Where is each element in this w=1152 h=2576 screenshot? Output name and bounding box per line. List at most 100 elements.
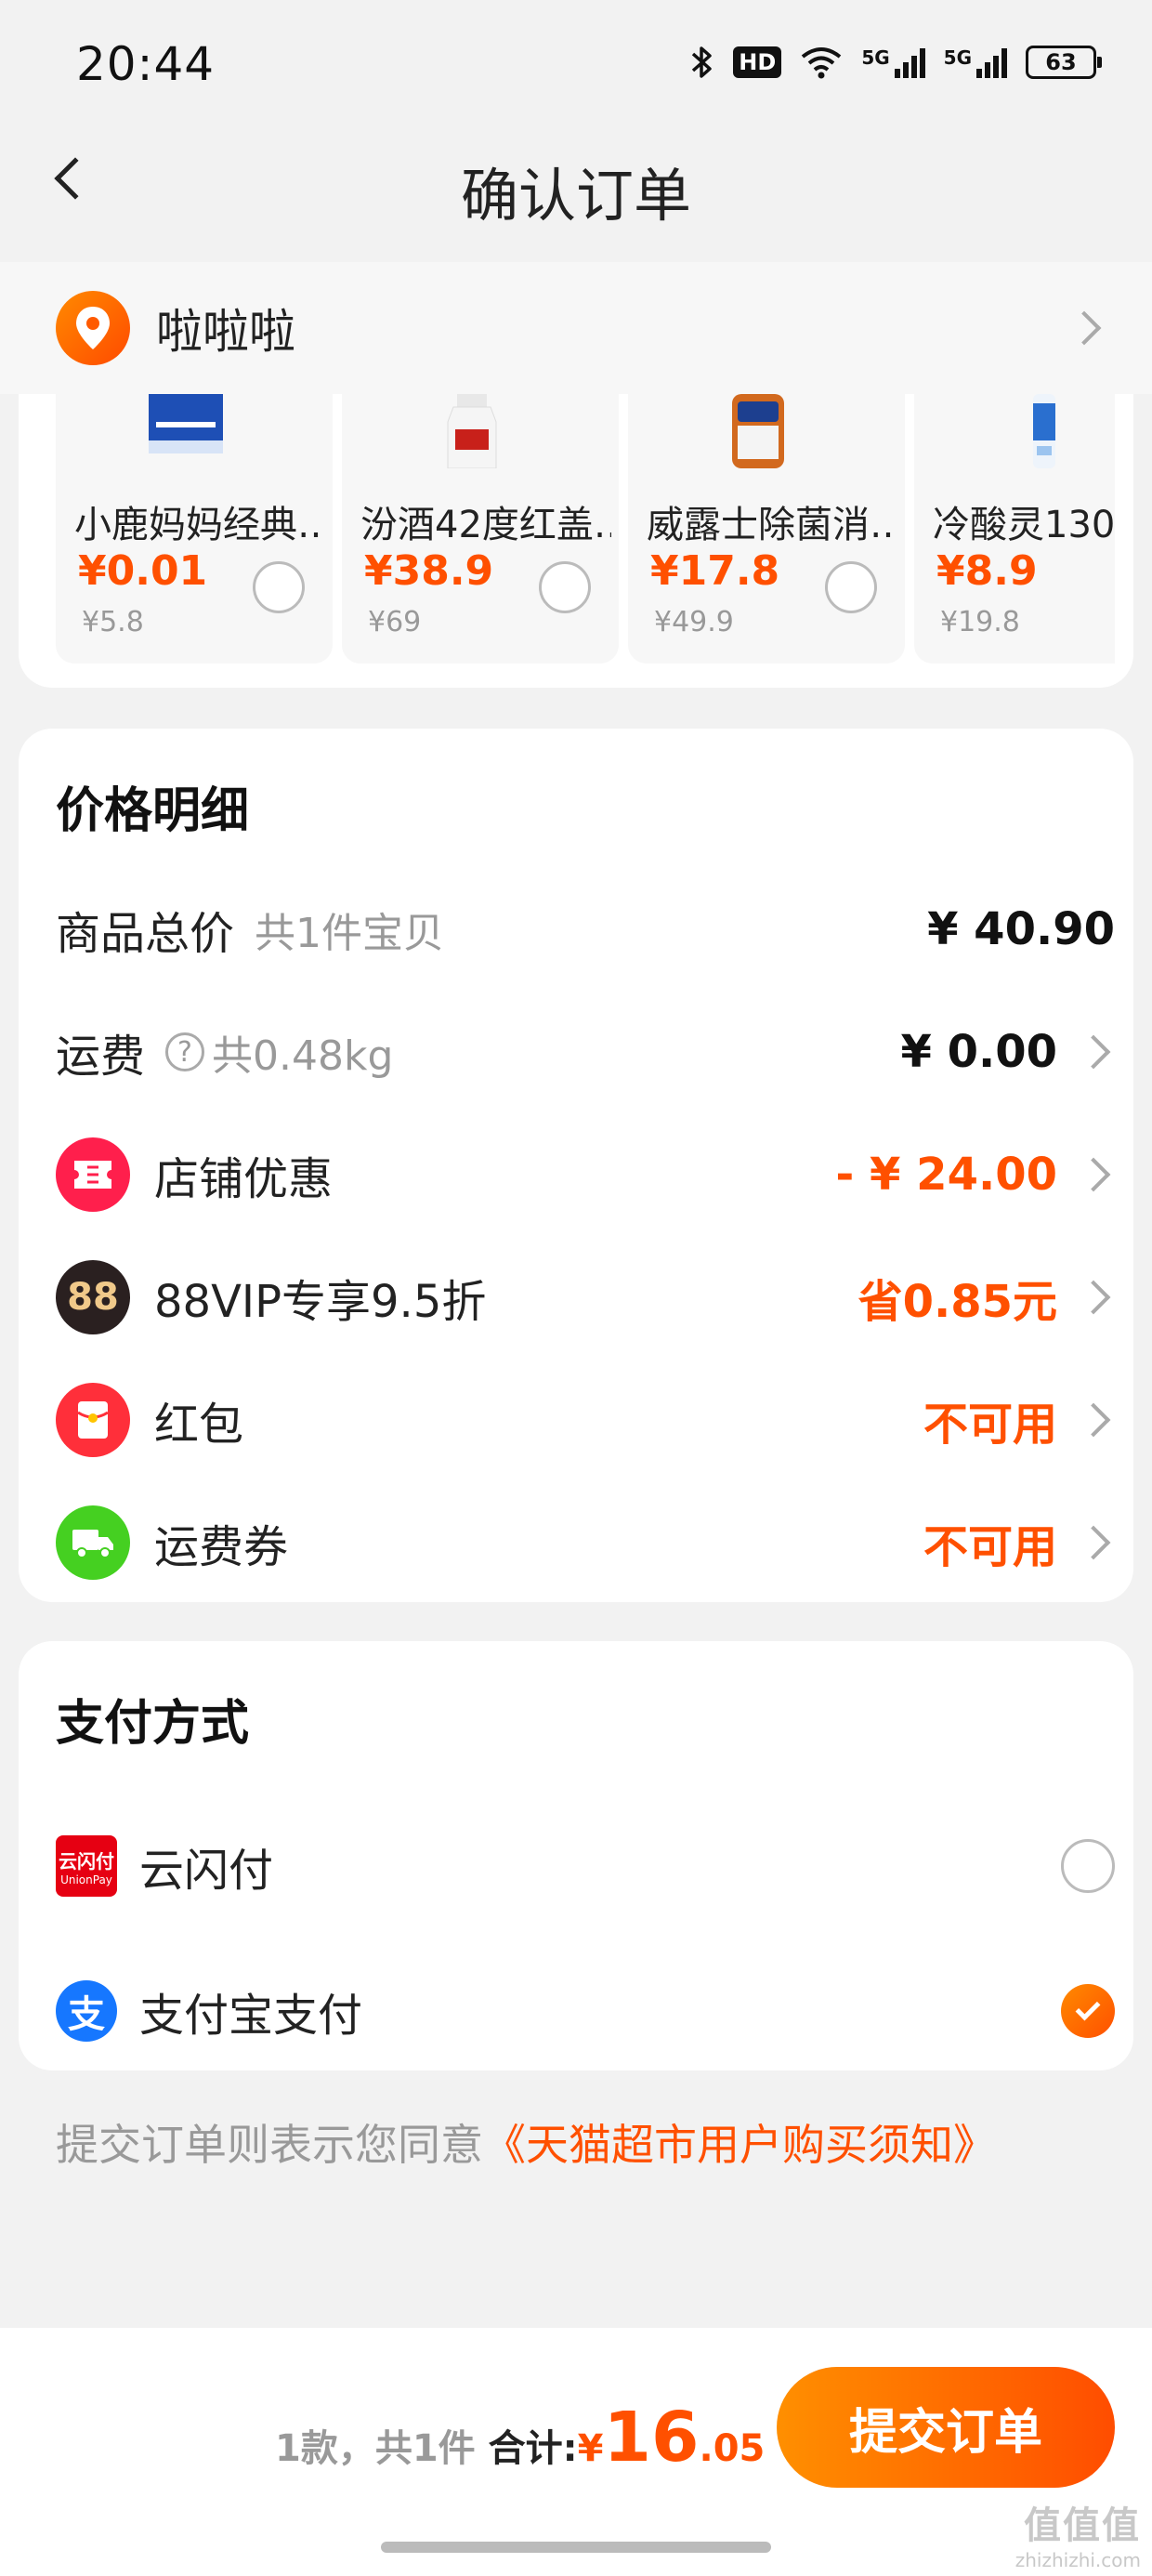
product-price: ¥0.01	[78, 547, 208, 595]
product-thumbnail	[149, 394, 223, 453]
product-thumbnail	[1033, 394, 1055, 468]
payment-option-alipay[interactable]: 支 支付宝支付	[56, 1965, 1115, 2057]
unionpay-label: 云闪付	[139, 1845, 274, 1897]
product-name: 冷酸灵130	[933, 504, 1115, 546]
bottom-bar: 1款，共1件 合计: ¥ 16 .05 提交订单 值值值 zhizhizhi.c…	[0, 2328, 1152, 2576]
88vip-icon: 88	[56, 1260, 130, 1334]
product-thumbnail	[732, 394, 784, 468]
product-price: ¥8.9	[936, 547, 1038, 595]
recommendation-item[interactable]: 冷酸灵130 ¥8.9 ¥19.8	[914, 394, 1115, 664]
product-original-price: ¥49.9	[654, 606, 734, 638]
shipping-row[interactable]: 运费 ? 共0.48kg ¥ 0.00	[56, 1005, 1115, 1098]
product-price: ¥17.8	[650, 547, 780, 595]
order-summary: 1款，共1件 合计: ¥ 16 .05	[275, 2398, 765, 2477]
vip-discount-row[interactable]: 88 88VIP专享9.5折 省0.85元	[56, 1251, 1115, 1344]
payment-card: 支付方式 云闪付 UnionPay 云闪付 支 支付宝支付	[19, 1641, 1133, 2070]
price-detail-title: 价格明细	[56, 783, 250, 839]
unionpay-radio[interactable]	[1061, 1839, 1115, 1893]
agreement-text: 提交订单则表示您同意《天猫超市用户购买须知》	[56, 2111, 996, 2173]
product-price: ¥38.9	[364, 547, 494, 595]
unionpay-icon-text: 云闪付	[59, 1849, 114, 1873]
shipping-coupon-row[interactable]: 运费券 不可用	[56, 1496, 1115, 1589]
agreement-link[interactable]: 《天猫超市用户购买须知》	[483, 2120, 996, 2170]
address-text: 啦啦啦	[156, 305, 295, 359]
chevron-right-icon	[1076, 1034, 1111, 1070]
ticket-icon	[56, 1137, 130, 1212]
submit-order-button[interactable]: 提交订单	[777, 2367, 1115, 2488]
shipping-coupon-value: 不可用	[923, 1521, 1057, 1573]
page-title: 确认订单	[460, 162, 691, 230]
product-name: 威露士除菌消…	[647, 504, 897, 546]
total-currency: ¥	[577, 2427, 604, 2470]
recommendation-card: 小鹿妈妈经典… ¥0.01 ¥5.8 汾酒42度红盖… ¥38.9 ¥69 威露…	[19, 394, 1133, 688]
recommendation-strip[interactable]: 小鹿妈妈经典… ¥0.01 ¥5.8 汾酒42度红盖… ¥38.9 ¥69 威露…	[56, 394, 1115, 664]
chevron-right-icon	[1076, 1402, 1111, 1438]
shipping-coupon-label: 运费券	[154, 1521, 289, 1573]
total-price-row: 商品总价 共1件宝贝 ¥ 40.90	[56, 883, 1115, 976]
product-original-price: ¥19.8	[940, 606, 1020, 638]
hd-badge: HD	[733, 46, 782, 78]
red-packet-value: 不可用	[923, 1399, 1057, 1451]
watermark-url: zhizhizhi.com	[1015, 2549, 1141, 2571]
shipping-value: ¥ 0.00	[900, 1026, 1057, 1078]
signal-label-1: 5G	[861, 46, 890, 69]
status-bar: 20:44 HD 5G 5G 63	[0, 0, 1152, 139]
store-discount-row[interactable]: 店铺优惠 - ¥ 24.00	[56, 1128, 1115, 1221]
signal-icon-1: 5G	[861, 46, 925, 78]
battery-level: 63	[1045, 49, 1077, 75]
red-packet-row[interactable]: 红包 不可用	[56, 1373, 1115, 1466]
product-name: 小鹿妈妈经典…	[74, 504, 325, 546]
store-discount-value: - ¥ 24.00	[835, 1149, 1057, 1201]
wifi-icon	[800, 46, 843, 79]
status-time: 20:44	[76, 37, 216, 91]
alipay-icon: 支	[56, 1980, 117, 2042]
select-radio[interactable]	[539, 561, 591, 613]
chevron-right-icon	[1067, 310, 1102, 346]
shipping-weight: 共0.48kg	[212, 1032, 394, 1080]
vip-discount-label: 88VIP专享9.5折	[154, 1276, 487, 1328]
total-label: 合计:	[488, 2427, 578, 2470]
price-detail-card: 价格明细 商品总价 共1件宝贝 ¥ 40.90 运费 ? 共0.48kg ¥ 0…	[19, 729, 1133, 1602]
watermark: 值值值 zhizhizhi.com	[1015, 2495, 1141, 2571]
home-indicator[interactable]	[381, 2542, 771, 2553]
total-amount-integer: 16	[603, 2398, 700, 2477]
shipping-label: 运费	[56, 1031, 146, 1083]
status-icons: HD 5G 5G 63	[690, 45, 1102, 80]
payment-title: 支付方式	[56, 1696, 250, 1752]
total-price-value: ¥ 40.90	[927, 903, 1115, 955]
watermark-logo: 值值值	[1024, 2504, 1141, 2547]
payment-option-unionpay[interactable]: 云闪付 UnionPay 云闪付	[56, 1820, 1115, 1912]
red-packet-icon	[56, 1383, 130, 1457]
nav-bar: 确认订单	[0, 121, 1152, 232]
alipay-label: 支付宝支付	[139, 1990, 363, 2042]
truck-icon	[56, 1505, 130, 1580]
alipay-radio[interactable]	[1061, 1984, 1115, 2038]
agreement-prefix: 提交订单则表示您同意	[56, 2120, 483, 2170]
battery-icon: 63	[1026, 46, 1102, 79]
product-original-price: ¥5.8	[82, 606, 144, 638]
product-name: 汾酒42度红盖…	[360, 504, 611, 546]
chevron-right-icon	[1076, 1525, 1111, 1560]
chevron-right-icon	[1076, 1280, 1111, 1315]
select-radio[interactable]	[253, 561, 305, 613]
recommendation-item[interactable]: 汾酒42度红盖… ¥38.9 ¥69	[342, 394, 619, 664]
bluetooth-icon	[690, 45, 714, 80]
item-count: 共1件宝贝	[255, 910, 445, 957]
location-pin-icon	[56, 291, 130, 365]
store-discount-label: 店铺优惠	[154, 1153, 334, 1205]
signal-label-2: 5G	[943, 46, 972, 69]
unionpay-icon-sub: UnionPay	[60, 1873, 112, 1886]
chevron-right-icon	[1076, 1157, 1111, 1192]
address-bar[interactable]: 啦啦啦	[0, 262, 1152, 394]
unionpay-icon: 云闪付 UnionPay	[56, 1835, 117, 1897]
recommendation-item[interactable]: 小鹿妈妈经典… ¥0.01 ¥5.8	[56, 394, 333, 664]
select-radio[interactable]	[825, 561, 877, 613]
vip-discount-value: 省0.85元	[857, 1276, 1057, 1328]
recommendation-item[interactable]: 威露士除菌消… ¥17.8 ¥49.9	[628, 394, 905, 664]
total-price-label: 商品总价	[56, 908, 235, 960]
product-original-price: ¥69	[368, 606, 422, 638]
item-count-summary: 1款，共1件	[275, 2427, 476, 2470]
total-amount-decimal: .05	[699, 2427, 766, 2470]
help-icon[interactable]: ?	[165, 1032, 205, 1071]
check-icon	[1075, 1995, 1101, 2021]
